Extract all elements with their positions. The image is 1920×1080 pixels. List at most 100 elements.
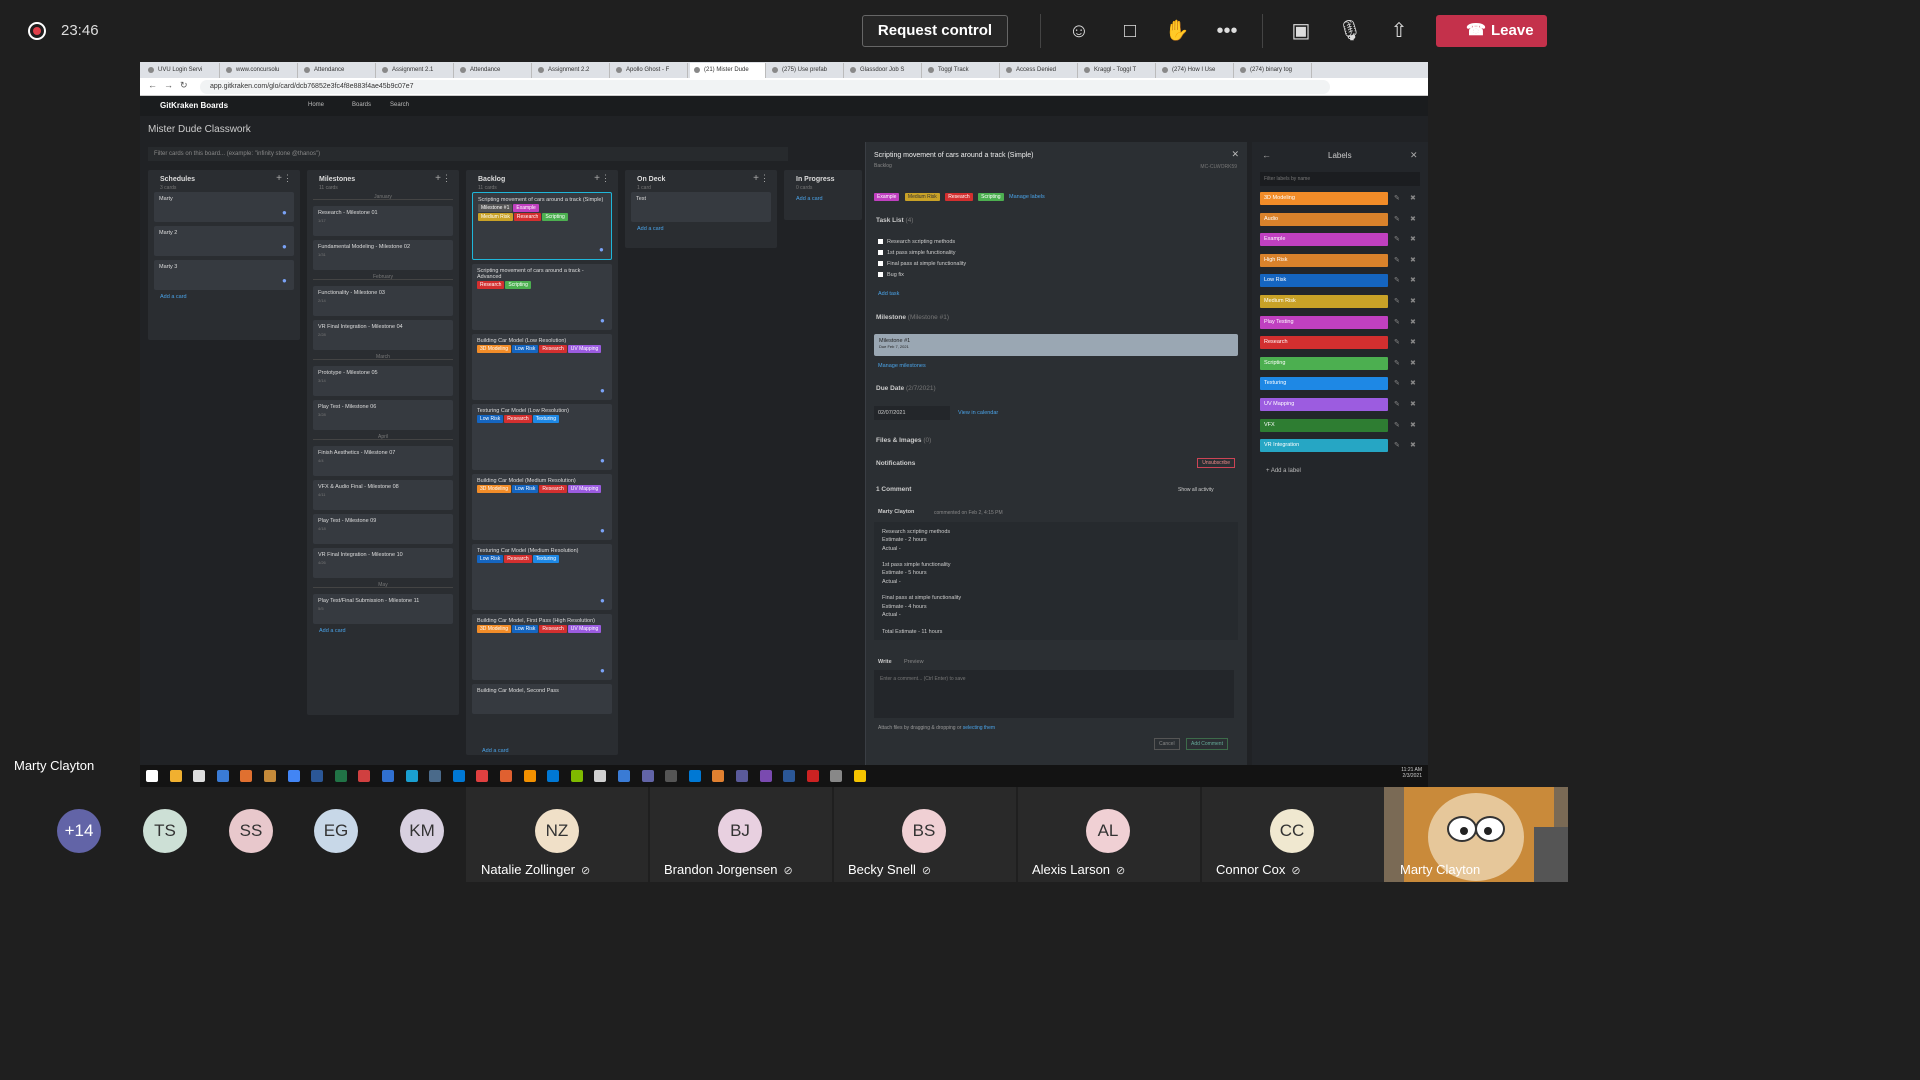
card[interactable]: Texturing Car Model (Medium Resolution) L… <box>472 544 612 610</box>
taskbar-app-icon[interactable] <box>476 770 489 782</box>
add-task-link[interactable]: Add task <box>878 291 899 297</box>
card[interactable]: Fundamental Modeling - Milestone 02 1/31 <box>313 240 453 270</box>
card[interactable]: Test <box>631 192 771 222</box>
delete-label-icon[interactable]: ✖ <box>1410 400 1416 408</box>
delete-label-icon[interactable]: ✖ <box>1410 318 1416 326</box>
detail-label[interactable]: Scripting <box>978 193 1004 201</box>
manage-milestones-link[interactable]: Manage milestones <box>878 363 926 369</box>
taskbar-app-icon[interactable] <box>665 770 678 782</box>
taskbar-app-icon[interactable] <box>146 770 158 782</box>
browser-tab[interactable]: (275) Use prefab <box>768 63 844 78</box>
taskbar-app-icon[interactable] <box>688 770 701 782</box>
delete-label-icon[interactable]: ✖ <box>1410 297 1416 305</box>
taskbar-app-icon[interactable] <box>216 770 229 782</box>
nav-home[interactable]: Home <box>308 102 324 108</box>
label-chip[interactable]: UV Mapping <box>1260 398 1388 411</box>
task-item[interactable]: Bug fix <box>878 272 904 278</box>
card[interactable]: Marty 2 ● <box>154 226 294 256</box>
more-options-icon[interactable]: ••• <box>1214 18 1240 44</box>
edit-label-icon[interactable]: ✎ <box>1394 297 1400 305</box>
card[interactable]: Scripting movement of cars around a trac… <box>472 264 612 330</box>
share-screen-icon[interactable]: ⇧ <box>1386 18 1412 44</box>
edit-label-icon[interactable]: ✎ <box>1394 276 1400 284</box>
taskbar-app-icon[interactable] <box>523 770 536 782</box>
card[interactable]: Functionality - Milestone 03 2/14 <box>313 286 453 316</box>
add-card-link[interactable]: Add a card <box>637 226 765 232</box>
checkbox[interactable] <box>878 261 883 266</box>
card[interactable]: VFX & Audio Final - Milestone 08 4/11 <box>313 480 453 510</box>
label-chip[interactable]: Research <box>1260 336 1388 350</box>
taskbar-app-icon[interactable] <box>382 770 394 782</box>
card[interactable]: Play Test/Final Submission - Milestone 1… <box>313 594 453 624</box>
card[interactable]: Marty 3 ● <box>154 260 294 290</box>
delete-label-icon[interactable]: ✖ <box>1410 194 1416 202</box>
add-card-icon[interactable]: + <box>435 173 441 184</box>
add-label-link[interactable]: + Add a label <box>1266 468 1301 474</box>
add-card-icon[interactable]: + <box>594 173 600 184</box>
write-tab[interactable]: Write <box>878 659 892 665</box>
browser-tab[interactable]: Glassdoor Job S <box>846 63 922 78</box>
delete-label-icon[interactable]: ✖ <box>1410 235 1416 243</box>
taskbar-app-icon[interactable] <box>429 770 442 782</box>
column-menu-icon[interactable]: ⋮ <box>601 173 610 184</box>
card[interactable]: Prototype - Milestone 05 3/14 <box>313 366 453 396</box>
browser-tab[interactable]: (274) binary tog <box>1236 63 1312 78</box>
card[interactable]: Play Test - Milestone 06 3/28 <box>313 400 453 430</box>
edit-label-icon[interactable]: ✎ <box>1394 338 1400 346</box>
participant-avatar[interactable]: BS <box>902 809 946 853</box>
show-activity-toggle[interactable]: Show all activity <box>1178 487 1214 493</box>
detail-label[interactable]: Research <box>945 193 973 201</box>
task-item[interactable]: Final pass at simple functionality <box>878 261 966 267</box>
mic-off-icon[interactable]: 🎙 <box>1337 18 1363 44</box>
delete-label-icon[interactable]: ✖ <box>1410 215 1416 223</box>
taskbar-app-icon[interactable] <box>759 770 772 782</box>
taskbar-app-icon[interactable] <box>618 770 630 782</box>
taskbar-app-icon[interactable] <box>830 770 843 782</box>
card[interactable]: Texturing Car Model (Low Resolution) Low … <box>472 404 612 470</box>
detail-label[interactable]: Example <box>874 193 900 201</box>
edit-label-icon[interactable]: ✎ <box>1394 441 1400 449</box>
participant-avatar[interactable]: SS <box>229 809 273 853</box>
due-date-input[interactable]: 02/07/2021 <box>874 406 950 420</box>
taskbar-app-icon[interactable] <box>736 770 748 782</box>
card[interactable]: Play Test - Milestone 09 4/18 <box>313 514 453 544</box>
milestone-box[interactable]: Milestone #1 Due Feb 7, 2021 <box>874 334 1238 356</box>
label-chip[interactable]: Medium Risk <box>1260 295 1388 308</box>
label-chip[interactable]: 3D Modeling <box>1260 192 1388 205</box>
task-item[interactable]: 1st pass simple functionality <box>878 250 955 256</box>
label-chip[interactable]: Audio <box>1260 212 1388 226</box>
edit-label-icon[interactable]: ✎ <box>1394 256 1400 264</box>
taskbar-app-icon[interactable] <box>547 770 560 782</box>
view-calendar-link[interactable]: View in calendar <box>958 410 998 416</box>
participant-avatar[interactable]: EG <box>314 809 358 853</box>
back-icon[interactable]: ← <box>148 80 157 90</box>
edit-label-icon[interactable]: ✎ <box>1394 318 1400 326</box>
card[interactable]: Building Car Model (Low Resolution) 3D Mo… <box>472 334 612 400</box>
card[interactable]: Marty ● <box>154 192 294 222</box>
reload-icon[interactable]: ↻ <box>180 80 188 91</box>
taskbar-app-icon[interactable] <box>594 770 607 782</box>
request-control-button[interactable]: Request control <box>862 15 1008 47</box>
delete-label-icon[interactable]: ✖ <box>1410 359 1416 367</box>
raise-hand-icon[interactable]: ✋ <box>1164 18 1190 44</box>
edit-label-icon[interactable]: ✎ <box>1394 194 1400 202</box>
taskbar-app-icon[interactable] <box>405 770 418 782</box>
checkbox[interactable] <box>878 239 883 244</box>
taskbar-app-icon[interactable] <box>311 770 324 782</box>
select-files-link[interactable]: selecting them <box>963 725 995 731</box>
checkbox[interactable] <box>878 250 883 255</box>
nav-search[interactable]: Search <box>390 102 409 108</box>
browser-tab[interactable]: www.concursolu <box>222 63 298 78</box>
browser-tab[interactable]: Kraggl - Toggl T <box>1080 63 1156 78</box>
participant-avatar[interactable]: CC <box>1270 809 1314 853</box>
taskbar-app-icon[interactable] <box>240 770 253 782</box>
taskbar-app-icon[interactable] <box>570 770 583 782</box>
leave-button[interactable]: ☎ Leave <box>1436 15 1547 47</box>
column-menu-icon[interactable]: ⋮ <box>283 173 292 184</box>
card-selected[interactable]: Scripting movement of cars around a trac… <box>472 192 612 260</box>
forward-icon[interactable]: → <box>164 80 173 90</box>
taskbar-app-icon[interactable] <box>712 770 725 782</box>
taskbar-app-icon[interactable] <box>641 770 654 782</box>
browser-tab[interactable]: Attendance <box>456 63 532 78</box>
label-chip[interactable]: VFX <box>1260 418 1388 432</box>
